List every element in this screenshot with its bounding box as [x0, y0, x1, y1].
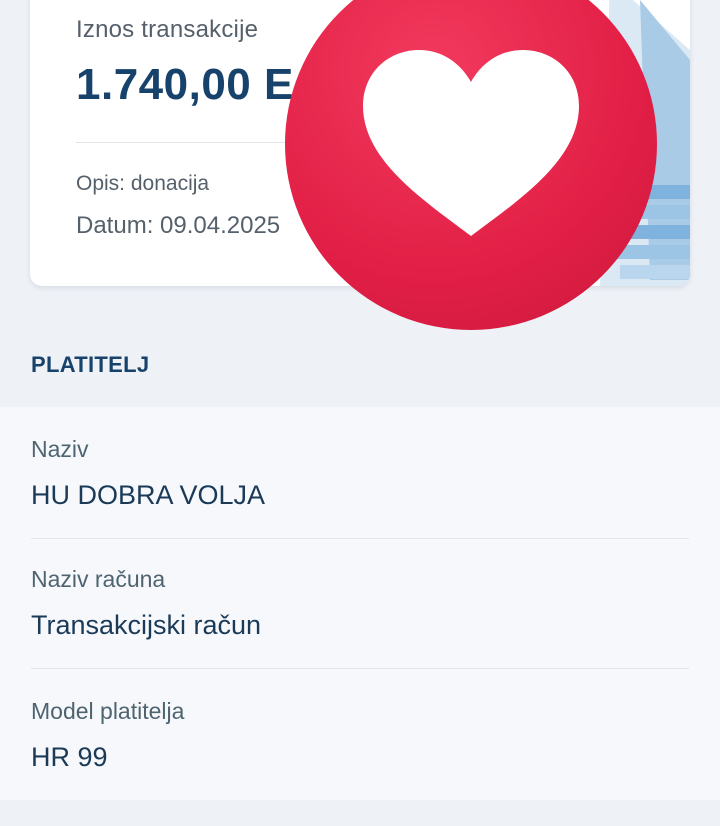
- heart-icon: [363, 50, 579, 236]
- payer-name-label: Naziv: [31, 436, 89, 462]
- transaction-date: Datum: 09.04.2025: [76, 212, 281, 239]
- account-name-value: Transakcijski račun: [31, 610, 262, 640]
- transaction-amount: 1.740,00 E: [76, 60, 294, 109]
- payer-name-value: HU DOBRA VOLJA: [31, 480, 266, 510]
- row-divider: [31, 668, 689, 669]
- payer-model-label: Model platitelja: [31, 698, 185, 724]
- account-name-label: Naziv računa: [31, 566, 166, 592]
- transaction-description: Opis: donacija: [76, 172, 210, 195]
- payer-section-title: PLATITELJ: [31, 352, 150, 377]
- amount-label: Iznos transakcije: [76, 16, 259, 43]
- row-divider: [31, 538, 689, 539]
- payer-model-value: HR 99: [31, 742, 108, 772]
- payer-details: [0, 407, 720, 800]
